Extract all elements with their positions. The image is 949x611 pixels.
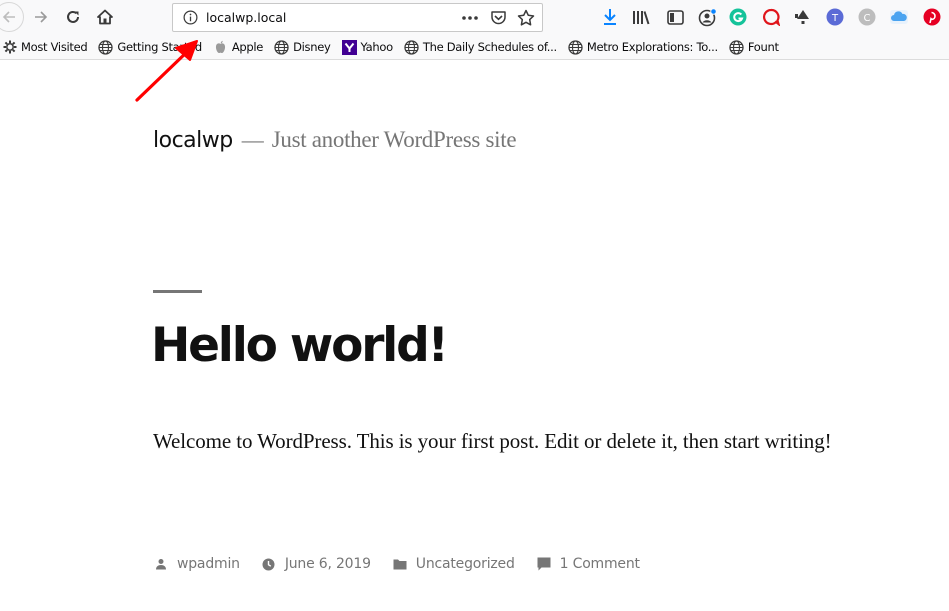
download-arrow-icon[interactable] (600, 7, 620, 27)
home-icon (97, 9, 113, 25)
post-comments: 1 Comment (537, 556, 640, 572)
bookmark-getting-started[interactable]: Getting Started (98, 36, 202, 58)
circle-c-icon[interactable]: C (857, 7, 877, 27)
svg-text:C: C (864, 13, 871, 24)
sidebar-icon[interactable] (665, 7, 685, 27)
star-icon[interactable] (516, 8, 536, 28)
date-link[interactable]: June 6, 2019 (285, 556, 371, 572)
bookmark-label: Fount (747, 40, 779, 54)
grammarly-icon[interactable] (728, 7, 748, 27)
post-title[interactable]: Hello world! (151, 318, 449, 373)
author-link[interactable]: wpadmin (177, 556, 240, 572)
globe-icon (98, 39, 114, 55)
bell-icon[interactable] (793, 7, 813, 27)
site-header: localwp — Just another WordPress site (153, 127, 517, 153)
forward-button[interactable] (28, 4, 54, 30)
bookmark-metro-explorations[interactable]: Metro Explorations: To... (568, 36, 718, 58)
bookmark-daily-schedules[interactable]: The Daily Schedules of... (404, 36, 557, 58)
post-date: June 6, 2019 (262, 556, 371, 572)
bookmark-label: Getting Started (117, 40, 202, 54)
bookmark-disney[interactable]: Disney (274, 36, 331, 58)
apple-icon (213, 40, 228, 55)
globe-icon (404, 39, 419, 55)
post-category: Uncategorized (393, 556, 515, 572)
cloud-icon[interactable] (889, 7, 909, 27)
post-author: wpadmin (154, 556, 240, 572)
category-link[interactable]: Uncategorized (416, 556, 515, 572)
bookmark-label: The Daily Schedules of... (422, 40, 557, 54)
pinterest-icon[interactable] (922, 7, 942, 27)
library-icon[interactable] (631, 7, 651, 27)
bookmark-label: Yahoo (360, 40, 394, 54)
browser-toolbar: T C (0, 0, 949, 35)
home-button[interactable] (92, 4, 118, 30)
info-circle-icon[interactable] (181, 9, 199, 27)
reload-icon (67, 10, 79, 23)
back-button[interactable] (0, 2, 24, 32)
account-icon[interactable] (697, 7, 717, 27)
comments-link[interactable]: 1 Comment (560, 556, 640, 572)
globe-icon (729, 39, 744, 55)
site-description: Just another WordPress site (271, 127, 517, 152)
bookmark-label: Most Visited (21, 40, 88, 54)
post-content: Welcome to WordPress. This is your first… (153, 429, 832, 453)
pocket-icon[interactable] (488, 8, 508, 28)
entry-divider (153, 290, 202, 293)
bookmark-yahoo[interactable]: Yahoo (341, 36, 394, 58)
bookmark-most-visited[interactable]: Most Visited (2, 36, 88, 58)
person-icon (154, 557, 168, 571)
folder-icon (393, 557, 407, 571)
globe-icon (568, 39, 583, 55)
url-input[interactable] (206, 10, 446, 25)
bookmark-label: Metro Explorations: To... (586, 40, 718, 54)
bookmark-apple[interactable]: Apple (213, 36, 263, 58)
svg-text:T: T (831, 13, 839, 24)
url-bar[interactable] (172, 3, 543, 32)
red-arrow-annotation (135, 40, 198, 102)
reload-button[interactable] (60, 4, 86, 30)
post-meta: wpadmin June 6, 2019 Uncategorized 1 Com… (154, 556, 662, 572)
arrow-right-icon (35, 11, 48, 23)
globe-icon (274, 39, 289, 55)
yahoo-icon (341, 39, 357, 55)
circle-t-icon[interactable]: T (825, 7, 845, 27)
arrow-left-icon (2, 11, 15, 23)
bookmarks-toolbar: Most Visited Getting Started Apple Disne… (0, 35, 949, 60)
gear-icon (2, 40, 17, 55)
clock-icon (262, 557, 276, 571)
site-title-link[interactable]: localwp (153, 128, 233, 153)
bookmark-label: Disney (293, 40, 331, 54)
bookmark-label: Apple (231, 40, 264, 54)
speech-bubble-icon[interactable] (761, 7, 781, 27)
bookmark-fount[interactable]: Fount (729, 36, 779, 58)
title-separator: — (241, 127, 264, 152)
comment-icon (537, 557, 551, 571)
ellipsis-icon[interactable] (460, 8, 480, 28)
